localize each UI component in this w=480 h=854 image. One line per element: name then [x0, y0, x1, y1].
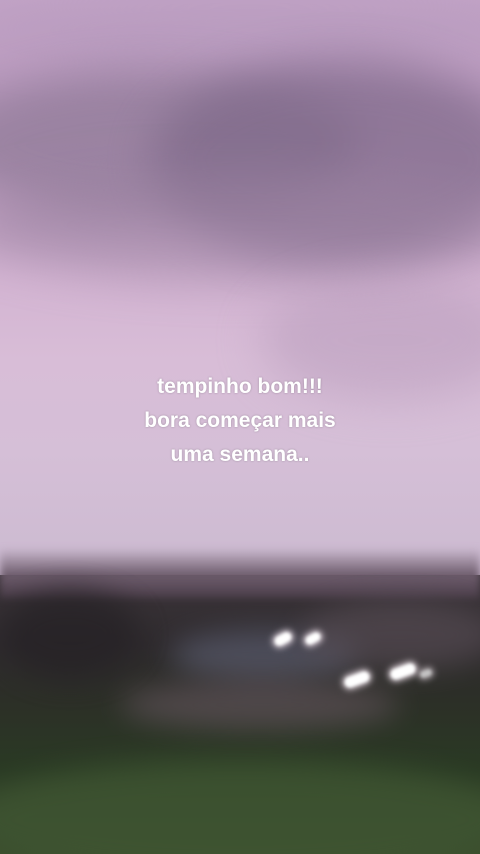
caption-line-3: uma semana..	[170, 443, 310, 466]
cloud	[0, 0, 480, 60]
grass	[0, 760, 480, 854]
trees	[0, 590, 140, 680]
story-caption: tempinho bom!!! bora começar mais uma se…	[0, 370, 480, 472]
cloud	[0, 170, 480, 280]
caption-line-1: tempinho bom!!!	[157, 375, 323, 398]
road	[120, 680, 400, 730]
caption-line-2: bora começar mais	[144, 409, 336, 432]
